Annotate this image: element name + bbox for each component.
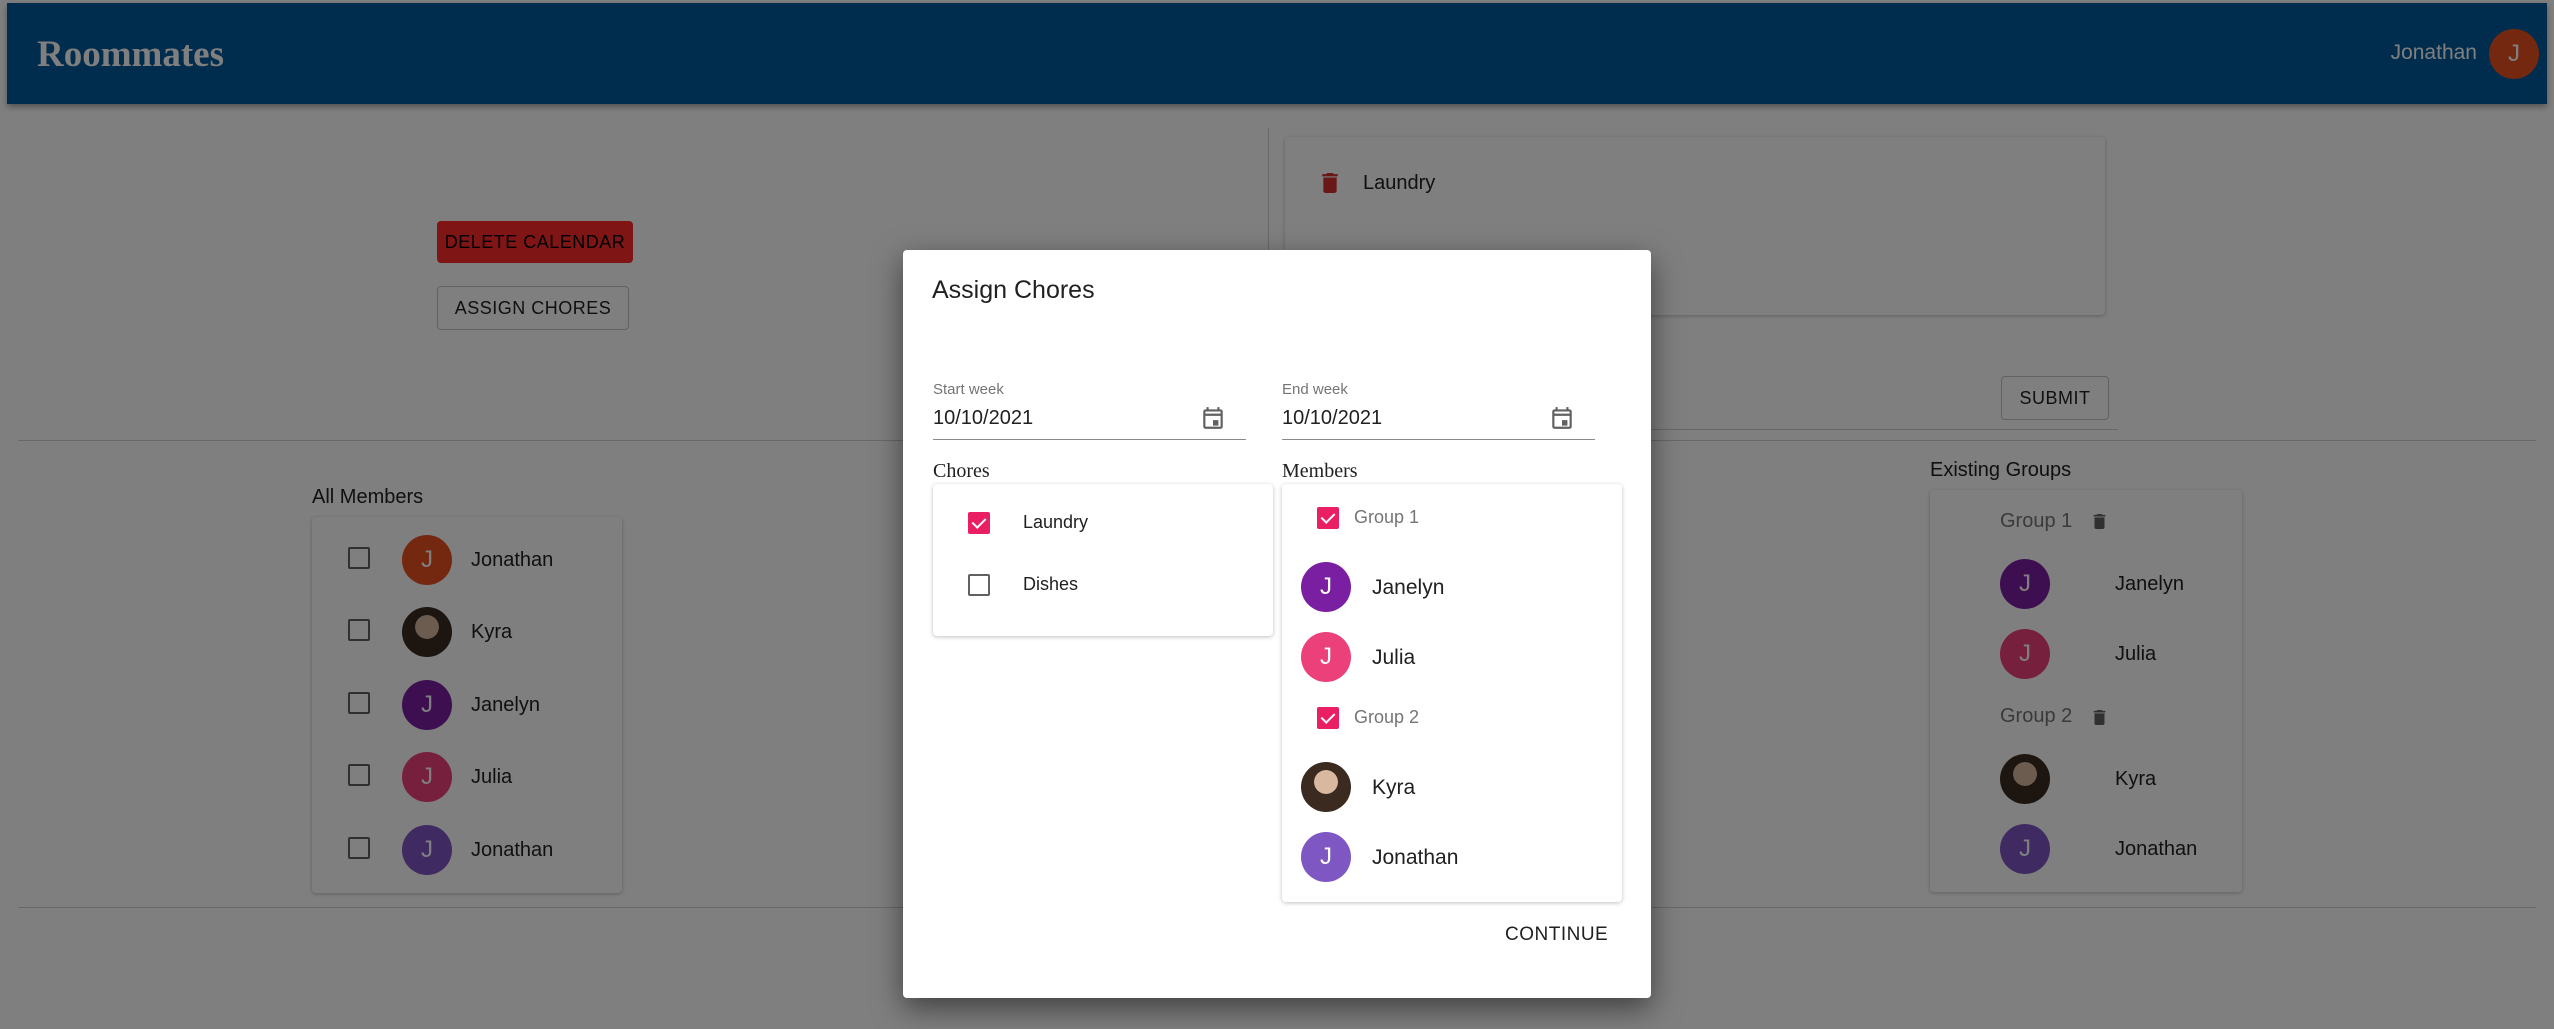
group-checkbox[interactable] (1317, 707, 1339, 729)
calendar-icon[interactable] (1549, 405, 1575, 431)
member-name: Janelyn (1372, 576, 1445, 599)
dialog-title: Assign Chores (932, 276, 1095, 304)
group-checkbox[interactable] (1317, 507, 1339, 529)
calendar-icon[interactable] (1200, 405, 1226, 431)
chore-option[interactable]: Dishes (933, 554, 1273, 614)
continue-button[interactable]: CONTINUE (1505, 924, 1608, 946)
start-week-label: Start week (933, 381, 1004, 398)
member-name: Jonathan (1372, 846, 1459, 869)
group-option-label: Group 2 (1354, 707, 1420, 727)
end-week-input[interactable]: 10/10/2021 (1282, 407, 1382, 430)
assign-chores-dialog: Assign Chores Start week 10/10/2021 End … (903, 250, 1651, 998)
group-option-label: Group 1 (1354, 507, 1420, 527)
chores-list: Laundry Dishes (933, 484, 1273, 636)
field-underline (933, 439, 1246, 440)
chore-option[interactable]: Laundry (933, 492, 1273, 552)
end-week-label: End week (1282, 381, 1348, 398)
member-avatar: J (1301, 562, 1351, 612)
chores-label: Chores (933, 460, 990, 482)
member-name: Julia (1372, 646, 1416, 669)
field-underline (1282, 439, 1595, 440)
member-avatar: J (1301, 632, 1351, 682)
members-label: Members (1282, 460, 1358, 482)
member-photo-avatar (1301, 762, 1351, 812)
chore-checkbox[interactable] (968, 512, 990, 534)
start-week-input[interactable]: 10/10/2021 (933, 407, 1033, 430)
member-name: Kyra (1372, 776, 1416, 799)
chore-checkbox[interactable] (968, 574, 990, 596)
chore-option-label: Laundry (1023, 512, 1089, 532)
chore-option-label: Dishes (1023, 574, 1079, 594)
group-option[interactable]: Group 2 (1282, 692, 1622, 742)
members-list: Group 1 J Janelyn J Julia Group 2 Kyra J… (1282, 484, 1622, 902)
group-option[interactable]: Group 1 (1282, 492, 1622, 542)
member-avatar: J (1301, 832, 1351, 882)
